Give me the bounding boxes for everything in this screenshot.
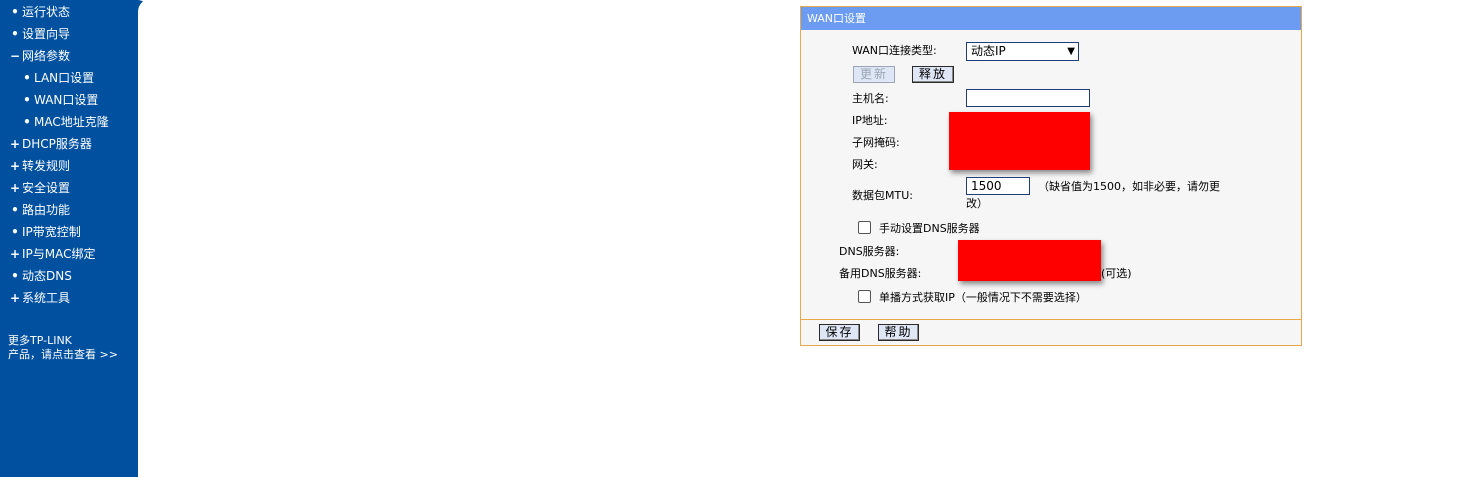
manual-dns-label: 手动设置DNS服务器 (879, 222, 980, 235)
bullet-icon: • (23, 71, 31, 85)
mtu-hint-line-2: 改） (966, 197, 988, 210)
sidebar-item-label: MAC地址克隆 (34, 115, 109, 129)
panel-title: WAN口设置 (801, 7, 1301, 30)
sidebar-item-lan[interactable]: • LAN口设置 (22, 68, 94, 88)
sidebar-item-label: DHCP服务器 (22, 137, 92, 151)
expand-icon: + (10, 181, 21, 195)
sidebar-nav: • 运行状态 • 设置向导 − 网络参数 • LAN口设置 • WAN口设置 • MAC地址… (0, 0, 138, 477)
backup-dns-label: 备用DNS服务器: (839, 267, 922, 280)
save-button[interactable]: 保存 (819, 324, 860, 341)
sidebar-item-label: 运行状态 (22, 5, 71, 19)
mtu-label: 数据包MTU: (852, 189, 913, 202)
sidebar-item-network[interactable]: − 网络参数 (10, 46, 70, 66)
sidebar-item-ip-mac-binding[interactable]: + IP与MAC绑定 (10, 244, 96, 264)
sidebar-item-security[interactable]: + 安全设置 (10, 178, 70, 198)
hostname-input[interactable] (966, 89, 1090, 107)
optional-note: (可选) (1101, 267, 1132, 280)
expand-icon: + (10, 159, 21, 173)
sidebar-item-label: 路由功能 (22, 203, 71, 217)
sidebar-item-status[interactable]: • 运行状态 (10, 2, 70, 22)
sidebar-item-bandwidth[interactable]: • IP带宽控制 (10, 222, 81, 242)
unicast-dhcp-checkbox[interactable] (858, 290, 871, 303)
more-products-line-1: 更多TP-LINK (8, 334, 72, 347)
sidebar-item-mac-clone[interactable]: • MAC地址克隆 (22, 112, 109, 132)
sidebar-item-label: LAN口设置 (34, 71, 95, 85)
mtu-input[interactable]: 1500 (966, 177, 1030, 195)
unicast-dhcp-label: 单播方式获取IP（一般情况下不需要选择） (879, 291, 1087, 304)
sidebar-item-label: 安全设置 (22, 181, 71, 195)
redaction-block-dns (958, 240, 1101, 281)
more-products-line-2: 产品，请点击查看 >> (8, 348, 118, 361)
bullet-icon: • (11, 269, 19, 283)
mtu-hint-line-1: （缺省值为1500，如非必要，请勿更 (1038, 180, 1220, 193)
sidebar-item-label: IP与MAC绑定 (22, 247, 96, 261)
panel-footer: 保存 帮助 (801, 319, 1301, 345)
chevron-down-icon: ▼ (1067, 46, 1075, 57)
sidebar-item-label: 系统工具 (22, 291, 71, 305)
sidebar-item-label: 网络参数 (22, 49, 71, 63)
bullet-icon: • (11, 225, 19, 239)
redaction-block-ip (949, 112, 1090, 170)
sidebar-item-dhcp[interactable]: + DHCP服务器 (10, 134, 92, 154)
bullet-icon: • (11, 203, 19, 217)
expand-icon: + (10, 137, 21, 151)
release-button[interactable]: 释放 (912, 66, 954, 83)
sidebar-item-wan[interactable]: • WAN口设置 (22, 90, 98, 110)
bullet-icon: • (11, 27, 19, 41)
sidebar-item-label: IP带宽控制 (22, 225, 81, 239)
sidebar-item-system-tools[interactable]: + 系统工具 (10, 288, 70, 308)
sidebar-item-label: 动态DNS (22, 269, 72, 283)
sidebar-item-label: 转发规则 (22, 159, 71, 173)
subnet-mask-label: 子网掩码: (852, 136, 900, 149)
hostname-label: 主机名: (852, 92, 889, 105)
bullet-icon: • (23, 93, 31, 107)
more-products-link[interactable]: 更多TP-LINK 产品，请点击查看 >> (8, 334, 118, 362)
expand-icon: + (10, 247, 21, 261)
sidebar-item-label: 设置向导 (22, 27, 71, 41)
dns-server-label: DNS服务器: (839, 245, 900, 258)
help-button[interactable]: 帮助 (878, 324, 919, 341)
collapse-icon: − (10, 49, 21, 63)
ip-address-label: IP地址: (852, 114, 888, 127)
expand-icon: + (10, 291, 21, 305)
sidebar-item-routing[interactable]: • 路由功能 (10, 200, 70, 220)
sidebar-item-label: WAN口设置 (34, 93, 99, 107)
conn-type-select[interactable]: 动态IP ▼ (966, 42, 1079, 61)
sidebar-item-wizard[interactable]: • 设置向导 (10, 24, 70, 44)
bullet-icon: • (11, 5, 19, 19)
sidebar-item-ddns[interactable]: • 动态DNS (10, 266, 72, 286)
sidebar-item-forwarding[interactable]: + 转发规则 (10, 156, 70, 176)
gateway-label: 网关: (852, 158, 878, 171)
bullet-icon: • (23, 115, 31, 129)
manual-dns-checkbox[interactable] (858, 221, 871, 234)
renew-button[interactable]: 更新 (853, 66, 895, 83)
conn-type-value: 动态IP (971, 44, 1006, 58)
conn-type-label: WAN口连接类型: (852, 44, 937, 57)
wan-settings-panel: WAN口设置 WAN口连接类型: 动态IP ▼ 更新 释放 主机名: IP地址:… (800, 6, 1302, 346)
